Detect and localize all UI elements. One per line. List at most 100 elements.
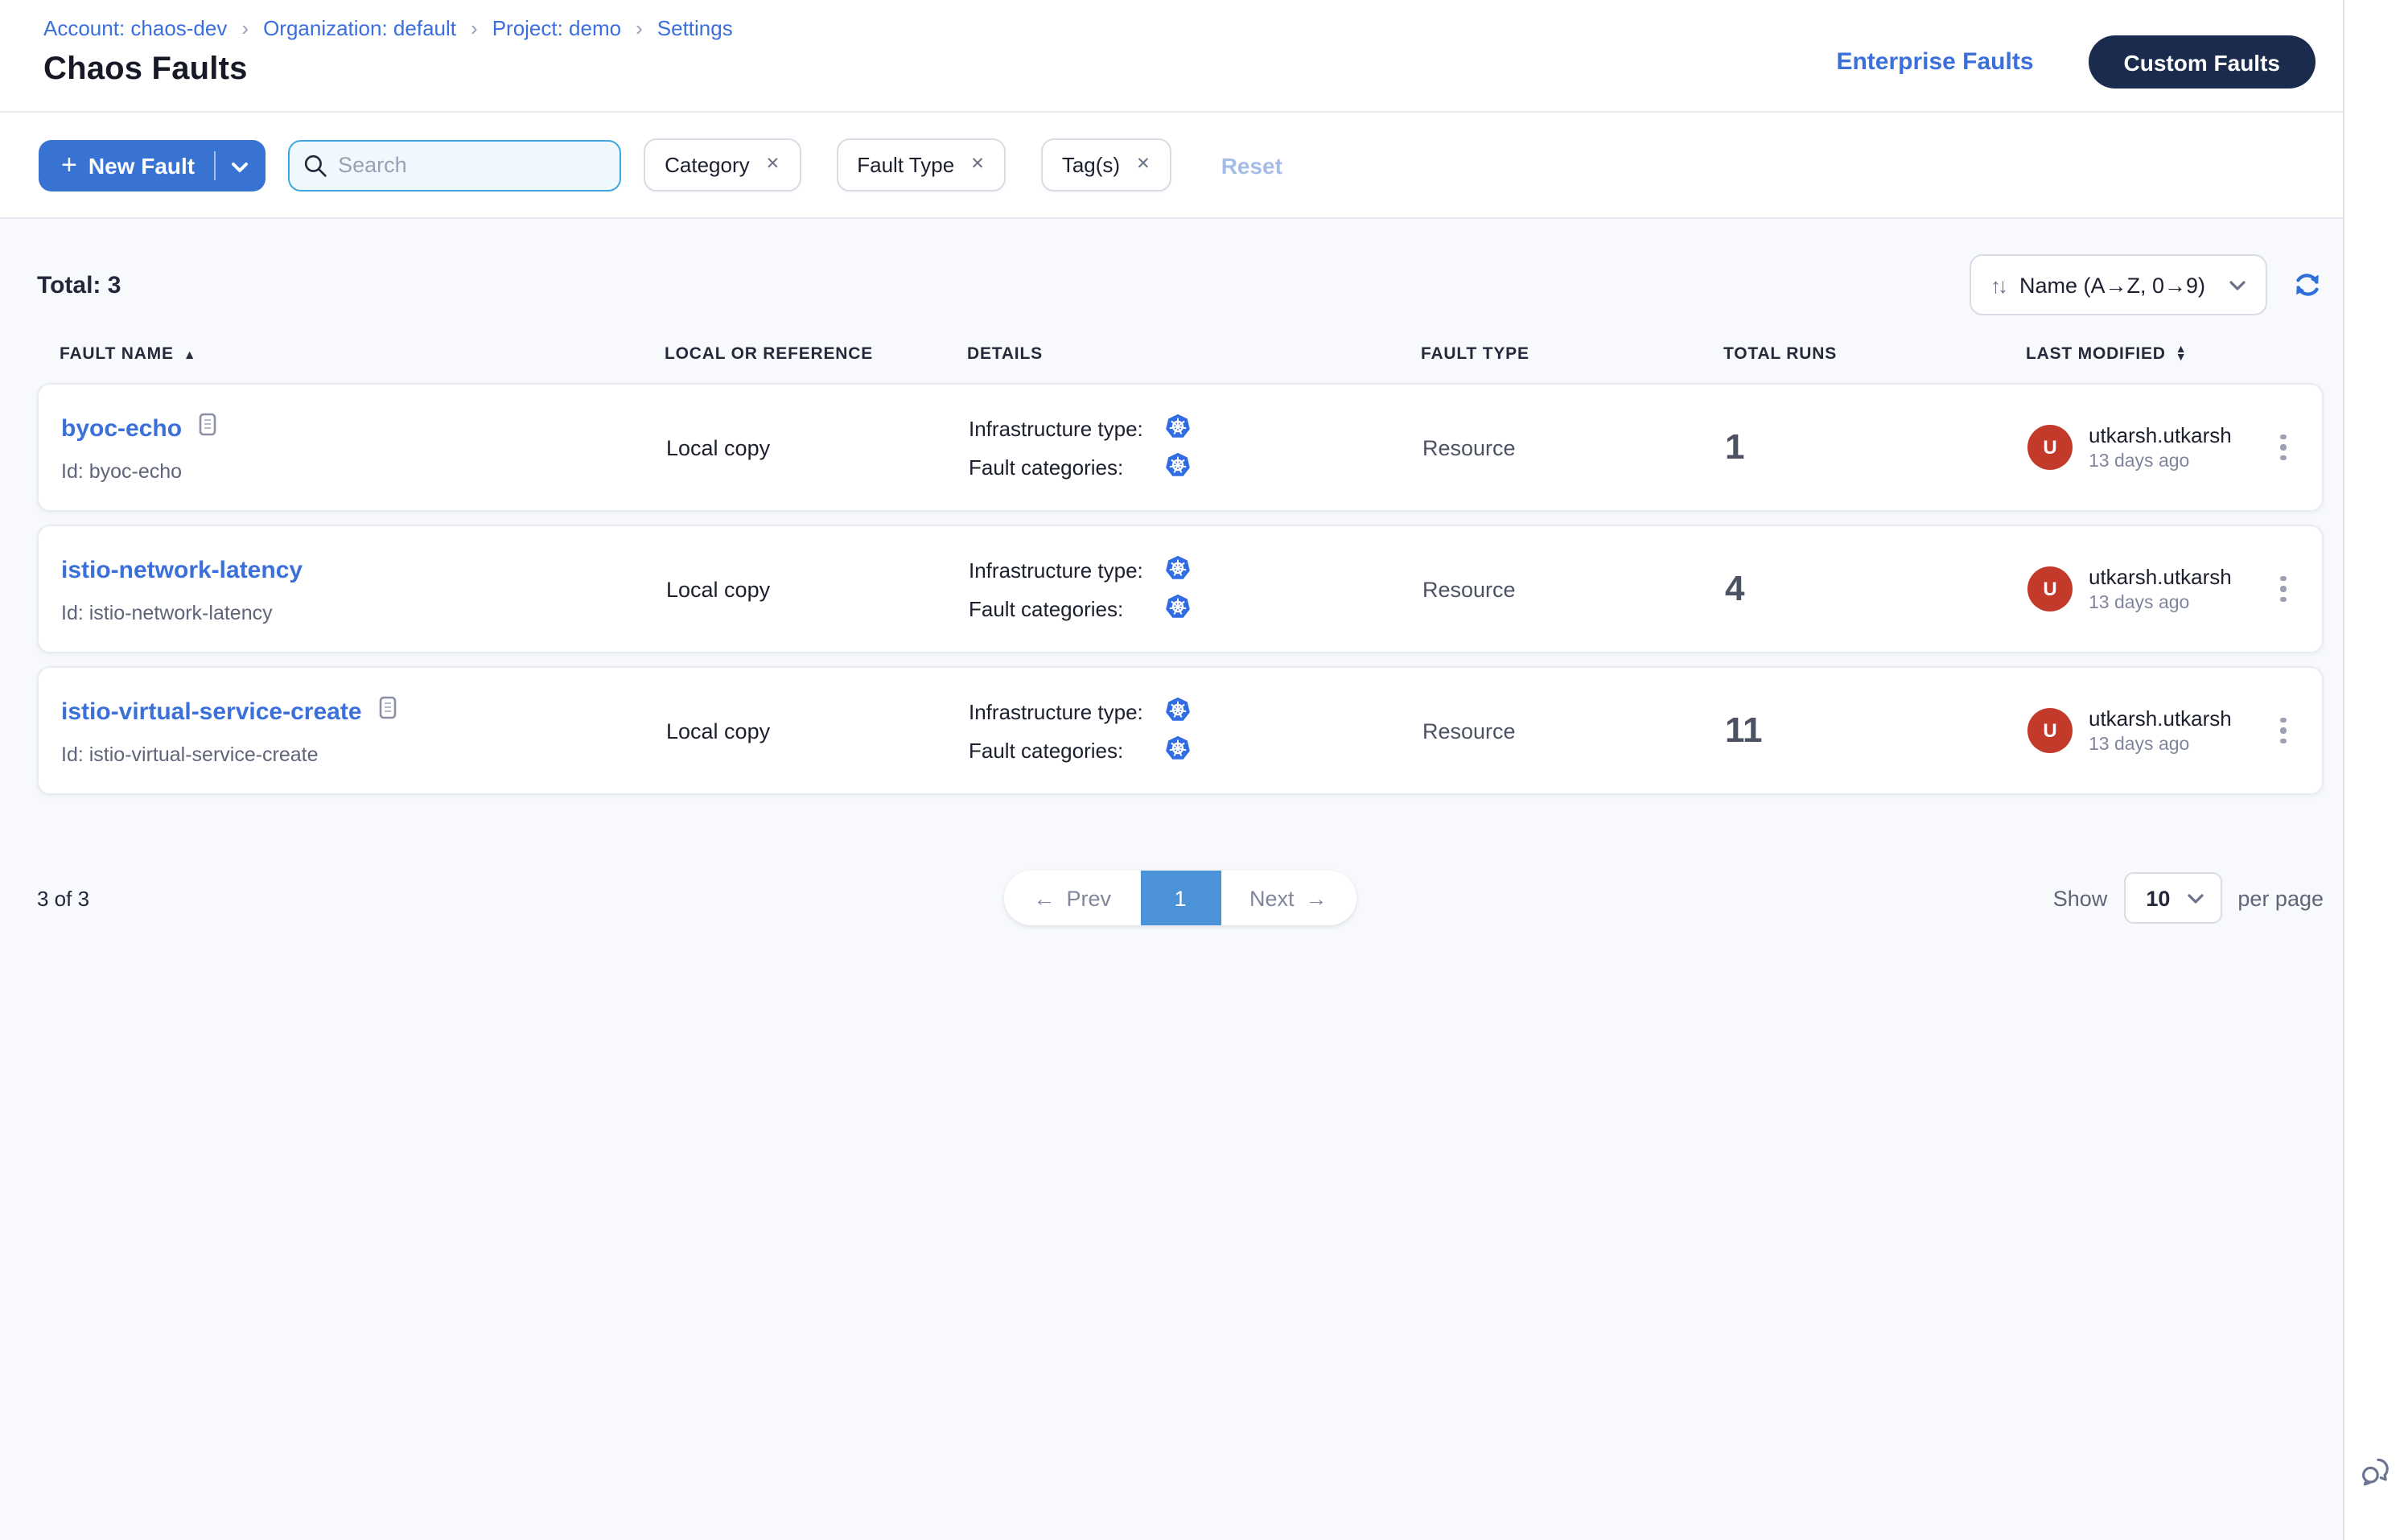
sort-arrows-icon: ↑↓ bbox=[1990, 273, 2005, 297]
avatar: U bbox=[2027, 708, 2073, 753]
chevron-down-icon bbox=[2229, 279, 2246, 290]
search-box bbox=[288, 139, 621, 191]
sort-dropdown[interactable]: ↑↓ Name (A→Z, 0→9) bbox=[1970, 254, 2267, 315]
page-number-button[interactable]: 1 bbox=[1140, 871, 1221, 925]
infrastructure-type-label: Infrastructure type: bbox=[969, 416, 1165, 440]
fault-id: Id: byoc-echo bbox=[61, 460, 666, 483]
right-rail bbox=[2343, 0, 2404, 1540]
fault-name-link[interactable]: istio-network-latency bbox=[61, 557, 303, 584]
pager: ← Prev 1 Next → bbox=[1004, 871, 1356, 925]
kubernetes-icon bbox=[1165, 735, 1191, 765]
breadcrumb-settings[interactable]: Settings bbox=[657, 16, 733, 40]
total-runs-value: 11 bbox=[1725, 710, 2027, 751]
arrow-left-icon: ← bbox=[1033, 886, 1055, 910]
copy-id-icon[interactable] bbox=[377, 695, 399, 729]
breadcrumb-separator: › bbox=[471, 16, 478, 40]
fault-name-link[interactable]: istio-virtual-service-create bbox=[61, 698, 362, 726]
button-divider bbox=[214, 150, 216, 179]
enterprise-faults-link[interactable]: Enterprise Faults bbox=[1836, 48, 2033, 76]
close-icon[interactable]: ✕ bbox=[1136, 157, 1151, 174]
breadcrumb-account[interactable]: Account: chaos-dev bbox=[43, 16, 227, 40]
table-header-row: FAULT NAME ▲ LOCAL OR REFERENCE DETAILS … bbox=[37, 344, 2324, 364]
custom-faults-button[interactable]: Custom Faults bbox=[2089, 35, 2315, 89]
sort-both-icon: ▲▼ bbox=[2176, 345, 2188, 363]
arrow-right-icon: → bbox=[1306, 886, 1328, 910]
fault-type-value: Resource bbox=[1422, 435, 1725, 459]
fault-categories-label: Fault categories: bbox=[969, 596, 1165, 620]
fault-id: Id: istio-network-latency bbox=[61, 602, 666, 624]
fault-rows: byoc-echo Id: byoc-echo Local copy Infra… bbox=[37, 383, 2324, 795]
column-header-details: DETAILS bbox=[967, 344, 1421, 364]
row-menu-kebab-icon[interactable] bbox=[2245, 566, 2322, 612]
local-or-reference-value: Local copy bbox=[666, 435, 969, 459]
chaos-faults-page: Account: chaos-dev › Organization: defau… bbox=[0, 0, 2404, 1540]
show-label: Show bbox=[2053, 886, 2108, 910]
kubernetes-icon bbox=[1165, 554, 1191, 585]
fault-type-value: Resource bbox=[1422, 719, 1725, 743]
filter-chip-category[interactable]: Category ✕ bbox=[644, 138, 801, 191]
table-row[interactable]: istio-virtual-service-create Id: istio-v… bbox=[37, 666, 2324, 795]
column-header-local-or-reference: LOCAL OR REFERENCE bbox=[665, 344, 967, 364]
prev-page-button[interactable]: ← Prev bbox=[1004, 871, 1140, 925]
reset-filters-button[interactable]: Reset bbox=[1221, 152, 1282, 178]
close-icon[interactable]: ✕ bbox=[766, 157, 780, 174]
local-or-reference-value: Local copy bbox=[666, 719, 969, 743]
fault-type-value: Resource bbox=[1422, 577, 1725, 601]
faults-list-section: Total: 3 ↑↓ Name (A→Z, 0→9) FAULT NAME ▲… bbox=[0, 219, 2404, 1540]
kubernetes-icon bbox=[1165, 413, 1191, 443]
breadcrumb-organization[interactable]: Organization: default bbox=[263, 16, 456, 40]
toolbar: + New Fault Category ✕ Fault Type ✕ Tag(… bbox=[0, 113, 2404, 219]
plus-icon: + bbox=[61, 151, 77, 179]
total-runs-value: 1 bbox=[1725, 426, 2027, 468]
modified-date: 13 days ago bbox=[2089, 452, 2232, 471]
new-fault-button[interactable]: + New Fault bbox=[39, 139, 266, 191]
pagination-row: 3 of 3 ← Prev 1 Next → Show 10 per page bbox=[37, 869, 2324, 927]
fault-categories-label: Fault categories: bbox=[969, 738, 1165, 762]
breadcrumb-project[interactable]: Project: demo bbox=[492, 16, 621, 40]
row-menu-kebab-icon[interactable] bbox=[2245, 425, 2322, 471]
filter-chip-tags[interactable]: Tag(s) ✕ bbox=[1041, 138, 1171, 191]
chat-support-icon[interactable] bbox=[2357, 1455, 2393, 1498]
table-row[interactable]: byoc-echo Id: byoc-echo Local copy Infra… bbox=[37, 383, 2324, 512]
new-fault-label: New Fault bbox=[89, 152, 195, 178]
modified-date: 13 days ago bbox=[2089, 594, 2232, 613]
fault-name-link[interactable]: byoc-echo bbox=[61, 415, 182, 443]
total-runs-value: 4 bbox=[1725, 568, 2027, 610]
page-header: Account: chaos-dev › Organization: defau… bbox=[0, 0, 2404, 113]
search-icon bbox=[303, 152, 328, 178]
sort-selected-value: Name (A→Z, 0→9) bbox=[2019, 273, 2214, 297]
fault-categories-label: Fault categories: bbox=[969, 455, 1165, 479]
breadcrumb-separator: › bbox=[636, 16, 643, 40]
chevron-down-icon[interactable] bbox=[230, 152, 249, 178]
breadcrumb-separator: › bbox=[241, 16, 249, 40]
page-range-label: 3 of 3 bbox=[37, 886, 89, 910]
column-header-last-modified[interactable]: LAST MODIFIED ▲▼ bbox=[2026, 344, 2246, 364]
avatar: U bbox=[2027, 425, 2073, 470]
table-row[interactable]: istio-network-latency Id: istio-network-… bbox=[37, 525, 2324, 653]
search-input[interactable] bbox=[288, 139, 621, 191]
modified-date: 13 days ago bbox=[2089, 735, 2232, 755]
infrastructure-type-label: Infrastructure type: bbox=[969, 558, 1165, 582]
modified-by: utkarsh.utkarsh bbox=[2089, 565, 2232, 589]
modified-by: utkarsh.utkarsh bbox=[2089, 706, 2232, 731]
row-menu-kebab-icon[interactable] bbox=[2245, 708, 2322, 754]
kubernetes-icon bbox=[1165, 593, 1191, 624]
kubernetes-icon bbox=[1165, 696, 1191, 727]
page-size-select[interactable]: 10 bbox=[2123, 872, 2221, 924]
sort-asc-icon: ▲ bbox=[183, 347, 197, 361]
next-page-button[interactable]: Next → bbox=[1221, 871, 1356, 925]
refresh-icon[interactable] bbox=[2291, 269, 2324, 301]
fault-id: Id: istio-virtual-service-create bbox=[61, 743, 666, 766]
column-header-fault-name[interactable]: FAULT NAME ▲ bbox=[60, 344, 665, 364]
kubernetes-icon bbox=[1165, 451, 1191, 482]
copy-id-icon[interactable] bbox=[196, 412, 219, 446]
per-page-label: per page bbox=[2237, 886, 2324, 910]
filter-chip-fault-type[interactable]: Fault Type ✕ bbox=[836, 138, 1006, 191]
modified-by: utkarsh.utkarsh bbox=[2089, 423, 2232, 447]
infrastructure-type-label: Infrastructure type: bbox=[969, 699, 1165, 723]
avatar: U bbox=[2027, 566, 2073, 611]
column-header-fault-type: FAULT TYPE bbox=[1421, 344, 1723, 364]
chevron-down-icon bbox=[2186, 892, 2204, 904]
close-icon[interactable]: ✕ bbox=[970, 157, 985, 174]
column-header-total-runs: TOTAL RUNS bbox=[1723, 344, 2026, 364]
